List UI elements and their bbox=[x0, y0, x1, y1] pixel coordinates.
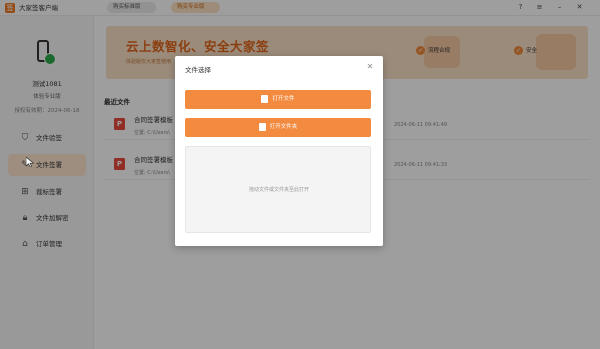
file-drop-zone[interactable]: 拖动文件或文件夹至此打开 bbox=[185, 146, 371, 233]
close-icon[interactable]: ✕ bbox=[365, 62, 375, 72]
open-folder-button[interactable]: 打开文件夹 bbox=[185, 118, 371, 137]
dialog-title: 文件选择 bbox=[185, 66, 211, 74]
file-select-dialog: 文件选择 ✕ 打开文件 打开文件夹 拖动文件或文件夹至此打开 bbox=[175, 56, 383, 246]
mouse-cursor-icon bbox=[26, 157, 34, 167]
open-file-button[interactable]: 打开文件 bbox=[185, 90, 371, 109]
app-window: 签 大家签客户端 购买标准版 购买专业版 ? ≡ – ✕ 测试1081 体验专业… bbox=[0, 0, 600, 349]
folder-icon bbox=[258, 122, 266, 131]
file-icon bbox=[261, 94, 269, 103]
drop-hint: 拖动文件或文件夹至此打开 bbox=[248, 187, 309, 193]
